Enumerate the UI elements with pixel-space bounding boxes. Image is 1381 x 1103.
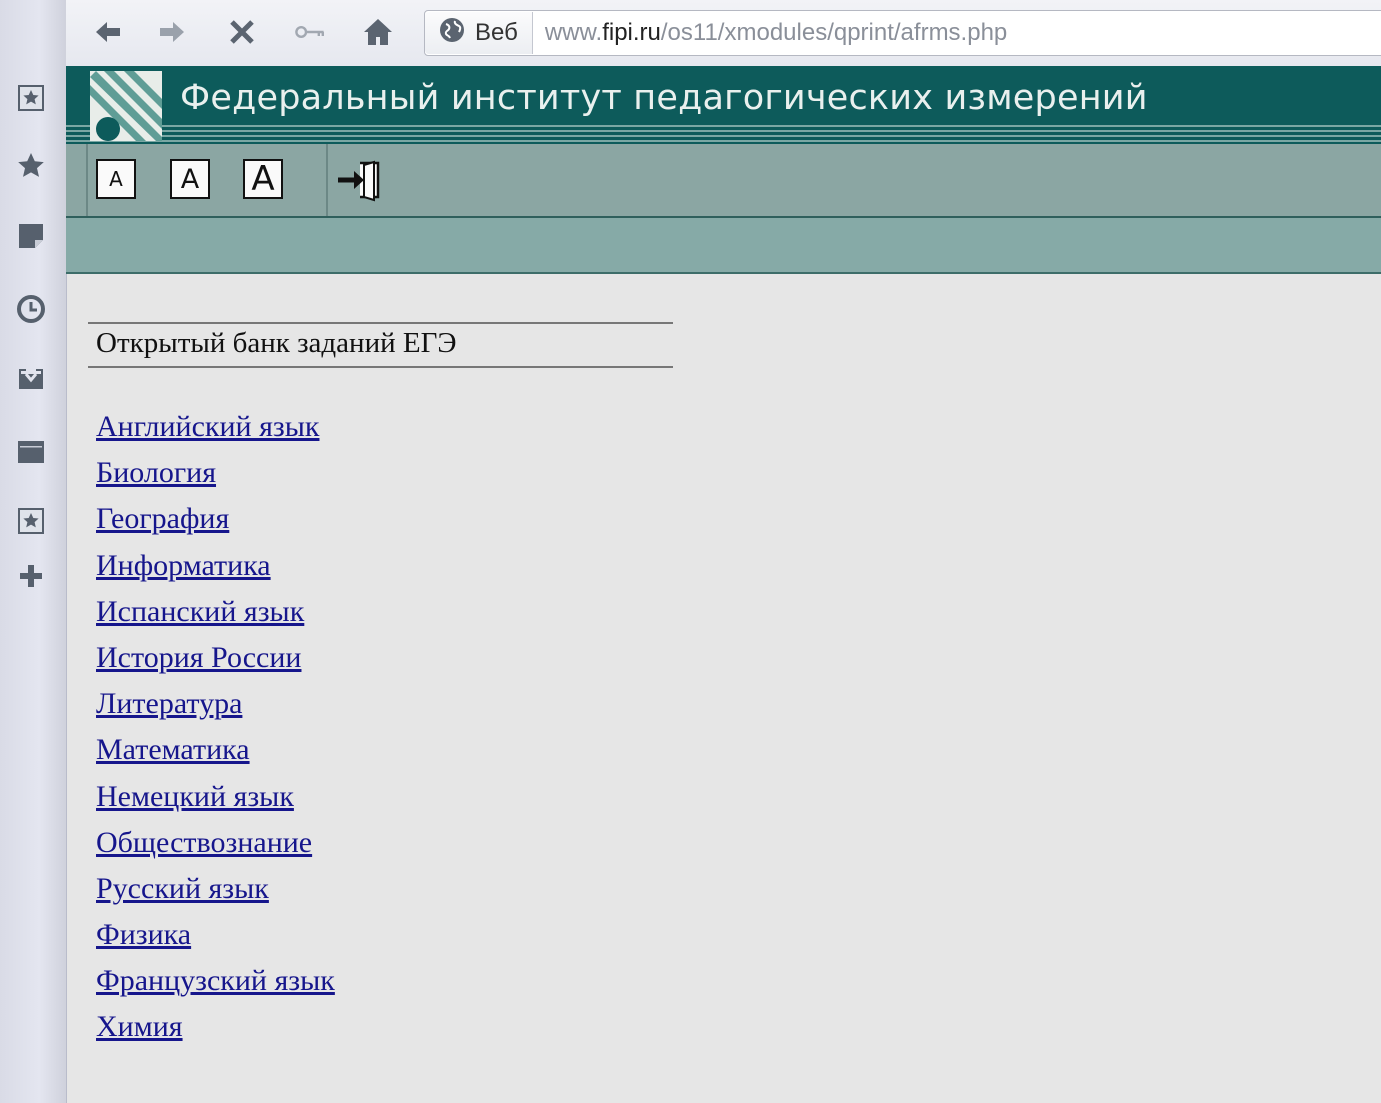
subject-link[interactable]: Английский язык [96,410,319,443]
subject-link[interactable]: Немецкий язык [96,780,294,813]
url-text[interactable]: www.fipi.ru/os11/xmodules/qprint/afrms.p… [533,19,1007,47]
subject-link[interactable]: Французский язык [96,964,335,997]
panel-icon[interactable] [15,505,47,537]
main-content: Открытый банк заданий ЕГЭ Английский язы… [66,274,1381,1103]
list-item: Обществознание [96,826,335,872]
subject-link[interactable]: История России [96,641,301,674]
font-size-toolbar: A A A [66,144,1381,218]
subject-link[interactable]: Математика [96,733,250,766]
site-subbar [66,218,1381,274]
bank-header: Открытый банк заданий ЕГЭ [88,322,673,368]
site-header: Федеральный институт педагогических изме… [66,66,1381,144]
url-host: fipi.ru [602,19,661,46]
browser-toolbar: Веб www.fipi.ru/os11/xmodules/qprint/afr… [66,0,1381,66]
subject-link[interactable]: Физика [96,918,191,951]
list-item: Немецкий язык [96,780,335,826]
list-item: Биология [96,456,335,502]
bank-title: Открытый банк заданий ЕГЭ [96,327,457,359]
history-clock-icon[interactable] [15,293,47,325]
list-item: Информатика [96,549,335,595]
site-title: Федеральный институт педагогических изме… [180,78,1148,118]
list-item: Английский язык [96,410,335,456]
subject-list: Английский язык Биология География Инфор… [96,410,335,1057]
subject-link[interactable]: Обществознание [96,826,312,859]
list-item: Литература [96,687,335,733]
forward-arrow-icon[interactable] [152,12,192,52]
web-site-chip[interactable]: Веб [425,12,533,54]
fipi-logo[interactable] [90,71,162,141]
font-medium-button[interactable]: A [170,159,210,199]
home-icon[interactable] [358,12,398,52]
subject-link[interactable]: Испанский язык [96,595,304,628]
list-item: Математика [96,733,335,779]
font-large-button[interactable]: A [243,159,283,199]
globe-icon [437,15,467,52]
list-item: География [96,502,335,548]
list-item: История России [96,641,335,687]
address-bar[interactable]: Веб www.fipi.ru/os11/xmodules/qprint/afr… [424,10,1381,56]
subject-link[interactable]: Химия [96,1010,183,1043]
subject-link[interactable]: Литература [96,687,242,720]
tabs-window-icon[interactable] [15,436,47,468]
bookmarks-star-icon[interactable] [15,150,47,182]
downloads-icon[interactable] [15,363,47,395]
key-icon[interactable] [290,12,330,52]
back-arrow-icon[interactable] [88,12,128,52]
browser-sidebar [0,0,67,1103]
url-chip-label: Веб [475,19,518,46]
toolbar-separator [326,144,328,216]
list-item: Химия [96,1010,335,1056]
list-item: Физика [96,918,335,964]
subject-link[interactable]: Биология [96,456,216,489]
subject-link[interactable]: Информатика [96,549,271,582]
exit-icon[interactable] [334,158,384,202]
list-item: Испанский язык [96,595,335,641]
speed-dial-icon[interactable] [15,82,47,114]
list-item: Русский язык [96,872,335,918]
subject-link[interactable]: География [96,502,229,535]
url-path: /os11/xmodules/qprint/afrms.php [660,19,1008,46]
notes-icon[interactable] [15,220,47,252]
add-panel-icon[interactable] [15,560,47,592]
url-prefix: www. [544,19,603,46]
stop-icon[interactable] [222,12,262,52]
font-small-button[interactable]: A [96,159,136,199]
header-stripes [66,122,1381,144]
list-item: Французский язык [96,964,335,1010]
toolbar-separator [86,144,88,216]
subject-link[interactable]: Русский язык [96,872,269,905]
